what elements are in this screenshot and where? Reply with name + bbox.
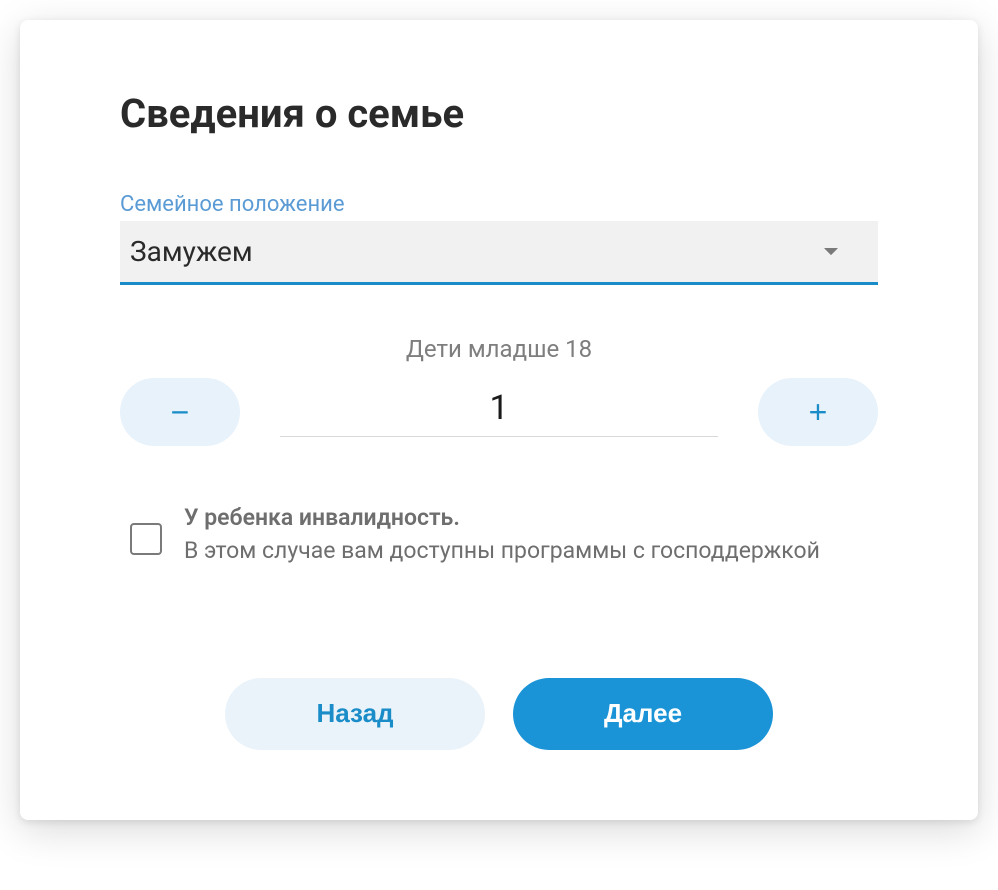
plus-icon: + bbox=[809, 396, 828, 428]
marital-status-label: Семейное положение bbox=[120, 192, 878, 217]
increment-button[interactable]: + bbox=[758, 378, 878, 446]
marital-status-select[interactable]: Замужем bbox=[120, 221, 878, 285]
page-title: Сведения о семье bbox=[120, 90, 878, 137]
children-stepper-section: Дети младше 18 − 1 + bbox=[120, 335, 878, 446]
children-stepper: − 1 + bbox=[120, 378, 878, 446]
nav-buttons: Назад Далее bbox=[120, 678, 878, 750]
marital-status-value: Замужем bbox=[130, 235, 253, 268]
children-value-wrap: 1 bbox=[260, 388, 738, 437]
next-button[interactable]: Далее bbox=[513, 678, 773, 750]
disability-checkbox[interactable] bbox=[130, 523, 162, 555]
minus-icon: − bbox=[171, 396, 190, 428]
decrement-button[interactable]: − bbox=[120, 378, 240, 446]
disability-text: У ребенка инвалидность. В этом случае ва… bbox=[184, 501, 820, 568]
disability-subtext: В этом случае вам доступны программы с г… bbox=[184, 537, 820, 564]
back-button[interactable]: Назад bbox=[225, 678, 485, 750]
family-info-card: Сведения о семье Семейное положение Заму… bbox=[20, 20, 978, 820]
disability-checkbox-row: У ребенка инвалидность. В этом случае ва… bbox=[120, 501, 878, 568]
chevron-down-icon bbox=[824, 244, 838, 260]
marital-status-field: Семейное положение Замужем bbox=[120, 192, 878, 285]
children-value[interactable]: 1 bbox=[280, 388, 718, 437]
children-label: Дети младше 18 bbox=[120, 335, 878, 363]
disability-title: У ребенка инвалидность. bbox=[184, 504, 460, 531]
